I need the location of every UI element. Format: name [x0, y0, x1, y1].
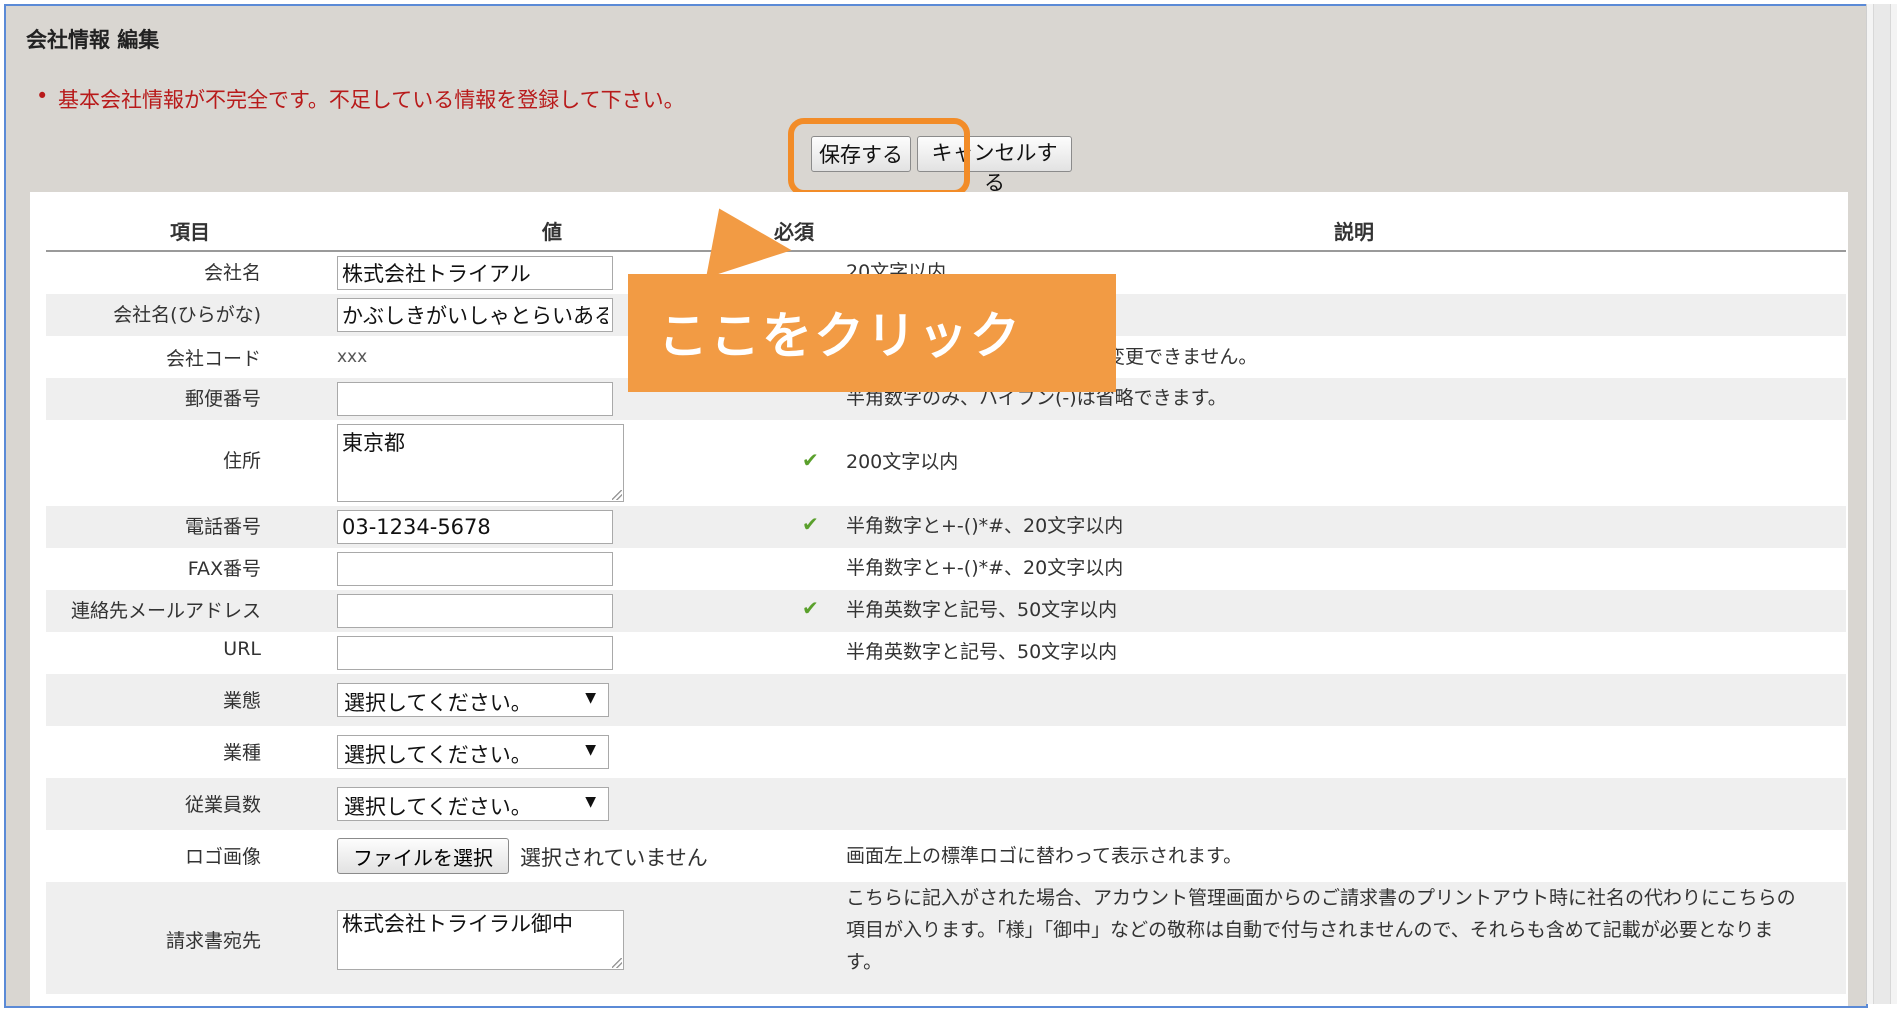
error-bullet: • — [36, 84, 49, 108]
field-label: 住所 — [222, 450, 261, 472]
field-label: 電話番号 — [184, 516, 261, 538]
cancel-button[interactable]: キャンセルする — [917, 136, 1072, 195]
form-row-business-type: 業態 選択してください。 ▼ — [46, 674, 1846, 726]
postal-code-input[interactable] — [337, 382, 613, 416]
select-value: 選択してください。 — [344, 691, 532, 715]
field-label: URL — [223, 638, 261, 660]
form-row-employee-count: 従業員数 選択してください。 ▼ — [46, 778, 1846, 830]
chevron-down-icon: ▼ — [585, 690, 596, 706]
select-value: 選択してください。 — [344, 743, 532, 767]
form-row-industry: 業種 選択してください。 ▼ — [46, 726, 1846, 778]
field-description: 画面左上の標準ロゴに替わって表示されます。 — [846, 845, 1243, 867]
header-required: 必須 — [774, 220, 814, 244]
field-description: 変更できません。 — [1106, 346, 1258, 368]
header-item: 項目 — [170, 220, 210, 244]
phone-input[interactable] — [337, 510, 613, 544]
file-status-text: 選択されていません — [520, 846, 708, 870]
header-description: 説明 — [1334, 220, 1374, 244]
url-input[interactable] — [337, 636, 613, 670]
select-value: 選択してください。 — [344, 795, 532, 819]
field-description: 20文字以内 — [846, 261, 947, 283]
form-row-logo: ロゴ画像 ファイルを選択 選択されていません 画面左上の標準ロゴに替わって表示さ… — [46, 830, 1846, 882]
error-text: 基本会社情報が不完全です。不足している情報を登録して下さい。 — [58, 88, 685, 112]
fax-input[interactable] — [337, 552, 613, 586]
field-description: 半角数字と+-()*#、20文字以内 — [846, 557, 1124, 579]
description-line: す。 — [846, 951, 883, 973]
field-description: 200文字以内 — [846, 451, 959, 473]
required-check-icon: ✔ — [802, 448, 819, 472]
company-name-input[interactable] — [337, 256, 613, 290]
form-row-phone: 電話番号 ✔ 半角数字と+-()*#、20文字以内 — [46, 506, 1846, 548]
save-button[interactable]: 保存する — [811, 136, 911, 172]
form-row-email: 連絡先メールアドレス ✔ 半角英数字と記号、50文字以内 — [46, 590, 1846, 632]
form-row-company-code: 会社コード xxx 変更できません。 — [46, 336, 1846, 378]
field-label: 会社名(ひらがな) — [113, 304, 261, 326]
field-label: 会社コード — [165, 348, 261, 370]
app-frame: 会社情報 編集 • 基本会社情報が不完全です。不足している情報を登録して下さい。… — [4, 4, 1868, 1008]
email-input[interactable] — [337, 594, 613, 628]
field-label: 郵便番号 — [184, 388, 261, 410]
choose-file-button[interactable]: ファイルを選択 — [337, 838, 509, 874]
invoice-recipient-textarea[interactable]: 株式会社トライラル御中 — [337, 910, 624, 970]
field-description: 半角数字のみ、ハイフン(-)は省略できます。 — [846, 387, 1227, 409]
field-label: 従業員数 — [184, 794, 261, 816]
header-value: 値 — [542, 220, 562, 244]
scrollbar-track[interactable] — [1873, 4, 1891, 1004]
description-line: こちらに記入がされた場合、アカウント管理画面からのご請求書のプリントアウト時に社… — [846, 887, 1796, 909]
field-label: ロゴ画像 — [184, 846, 261, 868]
form-row-address: 住所 東京都 ✔ 200文字以内 — [46, 420, 1846, 506]
field-label: FAX番号 — [187, 558, 261, 580]
vertical-scrollbar[interactable] — [1866, 4, 1897, 1004]
business-type-select[interactable]: 選択してください。 ▼ — [337, 683, 609, 717]
field-description: 半角英数字と記号、50文字以内 — [846, 641, 1118, 663]
address-textarea[interactable]: 東京都 — [337, 424, 624, 502]
form-row-company-name: 会社名 20文字以内 — [46, 252, 1846, 294]
description-line: 項目が入ります。「様」「御中」などの敬称は自動で付与されませんので、それらも含め… — [846, 919, 1774, 941]
form-panel: 項目 値 必須 説明 会社名 20文字以内 会社名(ひらがな) 会社コード xx… — [30, 192, 1848, 1006]
error-message: • 基本会社情報が不完全です。不足している情報を登録して下さい。 — [36, 84, 685, 114]
field-description: 半角数字と+-()*#、20文字以内 — [846, 515, 1124, 537]
field-description: こちらに記入がされた場合、アカウント管理画面からのご請求書のプリントアウト時に社… — [846, 882, 1796, 978]
field-label: 業態 — [222, 690, 261, 712]
field-label: 連絡先メールアドレス — [70, 600, 261, 622]
company-code-value: xxx — [337, 347, 368, 367]
chevron-down-icon: ▼ — [585, 742, 596, 758]
chevron-down-icon: ▼ — [585, 794, 596, 810]
employee-count-select[interactable]: 選択してください。 ▼ — [337, 787, 609, 821]
form-row-company-name-kana: 会社名(ひらがな) — [46, 294, 1846, 336]
field-label: 請求書宛先 — [165, 930, 261, 952]
form-row-invoice-recipient: 請求書宛先 株式会社トライラル御中 こちらに記入がされた場合、アカウント管理画面… — [46, 882, 1846, 994]
field-label: 会社名 — [203, 262, 261, 284]
required-check-icon: ✔ — [802, 596, 819, 620]
required-check-icon: ✔ — [802, 512, 819, 536]
form-row-fax: FAX番号 半角数字と+-()*#、20文字以内 — [46, 548, 1846, 590]
company-name-kana-input[interactable] — [337, 298, 613, 332]
field-label: 業種 — [222, 742, 261, 764]
form-row-url: URL 半角英数字と記号、50文字以内 — [46, 632, 1846, 674]
field-description: 半角英数字と記号、50文字以内 — [846, 599, 1118, 621]
industry-select[interactable]: 選択してください。 ▼ — [337, 735, 609, 769]
page-title: 会社情報 編集 — [26, 28, 160, 52]
form-row-postal-code: 郵便番号 半角数字のみ、ハイフン(-)は省略できます。 — [46, 378, 1846, 420]
